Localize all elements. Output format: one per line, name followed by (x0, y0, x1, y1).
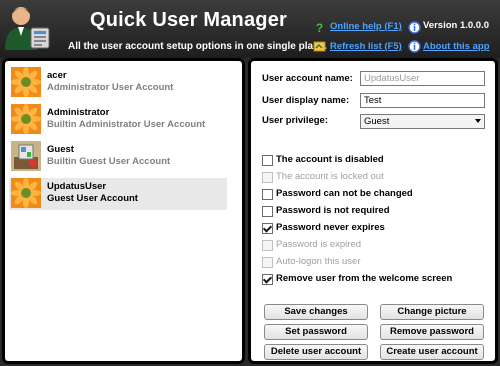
version-label: Version 1.0.0.0 (423, 20, 490, 31)
user-list-item[interactable]: Guest Builtin Guest User Account (9, 141, 227, 173)
user-name: Administrator (47, 107, 110, 118)
account-name-field[interactable]: UpdatusUser (360, 71, 485, 86)
chevron-down-icon (475, 119, 481, 123)
option-label: Password is expired (276, 239, 362, 250)
option-label: The account is disabled (276, 154, 384, 165)
app-header: Quick User Manager All the user account … (0, 0, 500, 58)
user-list-panel: acer Administrator User Account Administ… (2, 58, 245, 364)
online-help-link[interactable]: Online help (F1) (330, 21, 402, 32)
about-link[interactable]: About this app (423, 41, 490, 52)
delete-user-button[interactable]: Delete user account (264, 344, 368, 360)
display-name-label: User display name: (262, 95, 350, 106)
user-description: Builtin Guest User Account (47, 156, 171, 167)
app-title: Quick User Manager (90, 9, 288, 31)
flower-avatar-icon (11, 104, 41, 134)
checkbox[interactable] (262, 155, 273, 166)
checkbox (262, 257, 273, 268)
user-name: acer (47, 70, 67, 81)
set-password-button[interactable]: Set password (264, 324, 368, 340)
user-description: Builtin Administrator User Account (47, 119, 206, 130)
remove-password-button[interactable]: Remove password (380, 324, 484, 340)
svg-text:?: ? (316, 21, 323, 34)
privilege-select[interactable]: Guest (360, 114, 485, 129)
option-label: Remove user from the welcome screen (276, 273, 453, 284)
option-label: Auto-logon this user (276, 256, 361, 267)
save-changes-button[interactable]: Save changes (264, 304, 368, 320)
account-details-panel: User account name: UpdatusUser User disp… (248, 58, 498, 364)
refresh-icon (313, 41, 326, 52)
display-name-field[interactable]: Test (360, 93, 485, 108)
change-picture-button[interactable]: Change picture (380, 304, 484, 320)
account-name-label: User account name: (262, 73, 353, 84)
option-label: Password is not required (276, 205, 390, 216)
flower-avatar-icon (11, 67, 41, 97)
info-icon (408, 21, 421, 34)
user-description: Guest User Account (47, 193, 138, 204)
checkbox-checked[interactable] (262, 223, 273, 234)
help-icon: ? (316, 21, 323, 34)
app-subtitle: All the user account setup options in on… (68, 41, 327, 52)
user-name: UpdatusUser (47, 181, 107, 192)
option-label: The account is locked out (276, 171, 384, 182)
about-info-icon (408, 40, 421, 53)
guest-avatar-icon (11, 141, 41, 171)
checkbox[interactable] (262, 206, 273, 217)
option-label: Password can not be changed (276, 188, 413, 199)
checkbox-checked[interactable] (262, 274, 273, 285)
user-name: Guest (47, 144, 74, 155)
checkbox (262, 172, 273, 183)
privilege-selected-value: Guest (364, 116, 390, 127)
user-description: Administrator User Account (47, 82, 174, 93)
user-manager-icon (5, 7, 50, 50)
flower-avatar-icon (11, 178, 41, 208)
checkbox[interactable] (262, 189, 273, 200)
user-list-item[interactable]: Administrator Builtin Administrator User… (9, 104, 227, 136)
user-list-item[interactable]: acer Administrator User Account (9, 67, 227, 99)
privilege-label: User privilege: (262, 115, 328, 126)
create-user-button[interactable]: Create user account (380, 344, 484, 360)
refresh-list-link[interactable]: Refresh list (F5) (330, 41, 402, 52)
user-list-item-selected[interactable]: UpdatusUser Guest User Account (9, 178, 227, 210)
option-label: Password never expires (276, 222, 385, 233)
checkbox (262, 240, 273, 251)
